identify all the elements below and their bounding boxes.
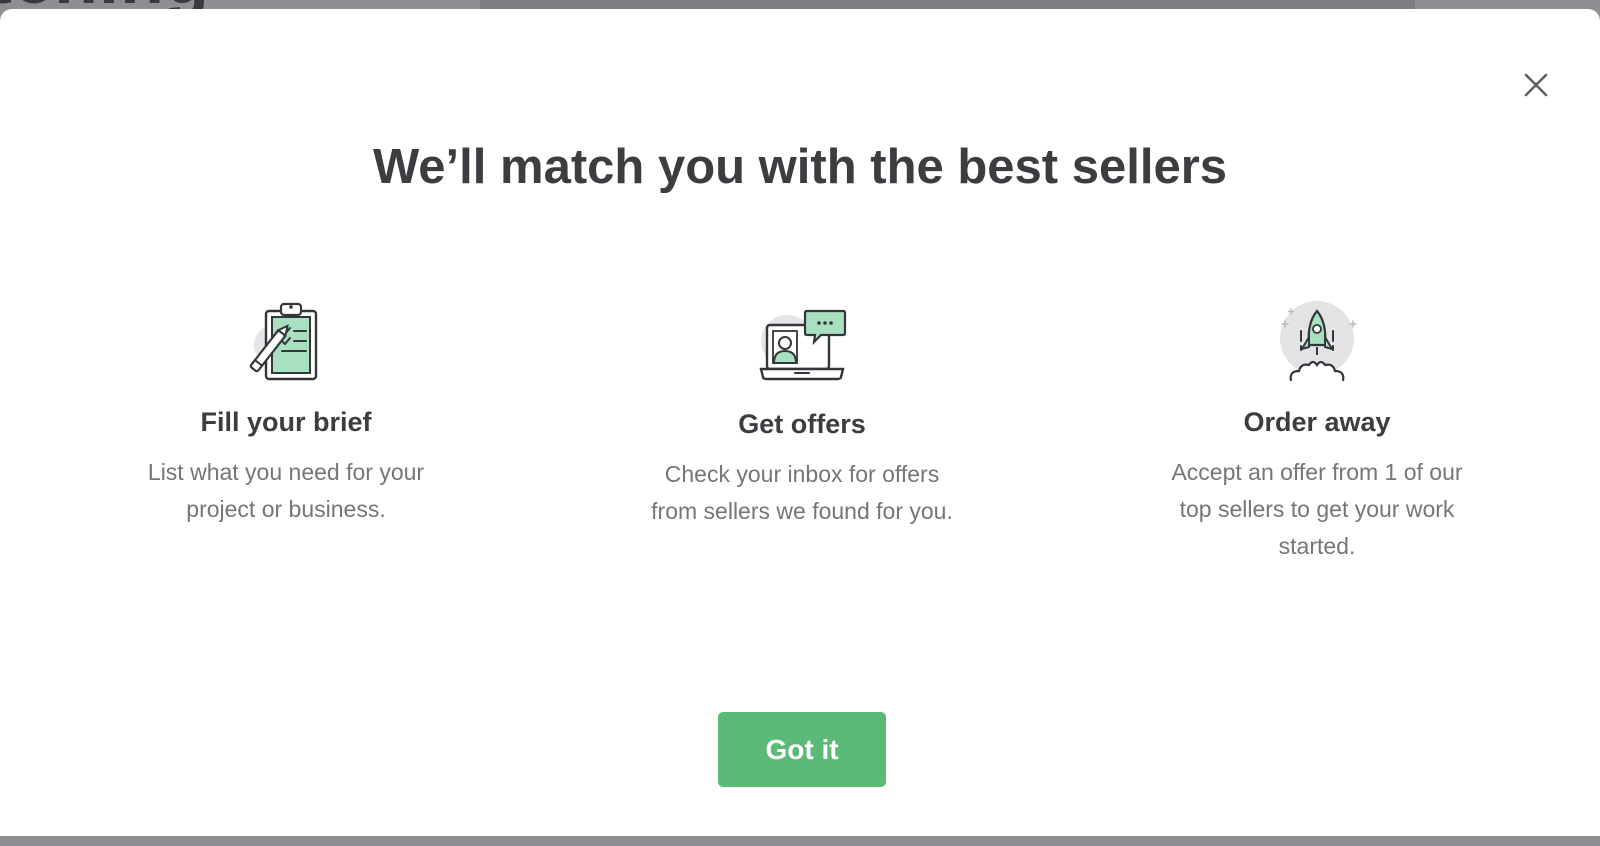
close-icon	[1524, 73, 1548, 97]
step-get-offers: Get offers Check your inbox for offers f…	[622, 303, 982, 530]
step-fill-brief: Fill your brief List what you need for y…	[106, 301, 466, 528]
close-button[interactable]	[1520, 69, 1552, 101]
modal-title: We’ll match you with the best sellers	[372, 140, 1228, 194]
step-title: Fill your brief	[200, 407, 372, 437]
step-description: Accept an offer from 1 of our top seller…	[1171, 459, 1463, 559]
match-sellers-modal: We’ll match you with the best sellers Fi…	[0, 9, 1600, 836]
step-description: List what you need for your project or b…	[147, 459, 425, 522]
clipboard-checklist-icon	[249, 302, 318, 381]
background-page-strip	[480, 0, 1415, 9]
step-order-away: Order away Accept an offer from 1 of our…	[1137, 301, 1497, 565]
step-description: Check your inbox for offers from sellers…	[651, 461, 953, 524]
step-title: Get offers	[738, 409, 866, 439]
step-title: Order away	[1243, 407, 1391, 437]
laptop-chat-icon	[759, 309, 847, 381]
got-it-button[interactable]: Got it	[718, 712, 886, 787]
rocket-launch-icon	[1280, 301, 1357, 382]
